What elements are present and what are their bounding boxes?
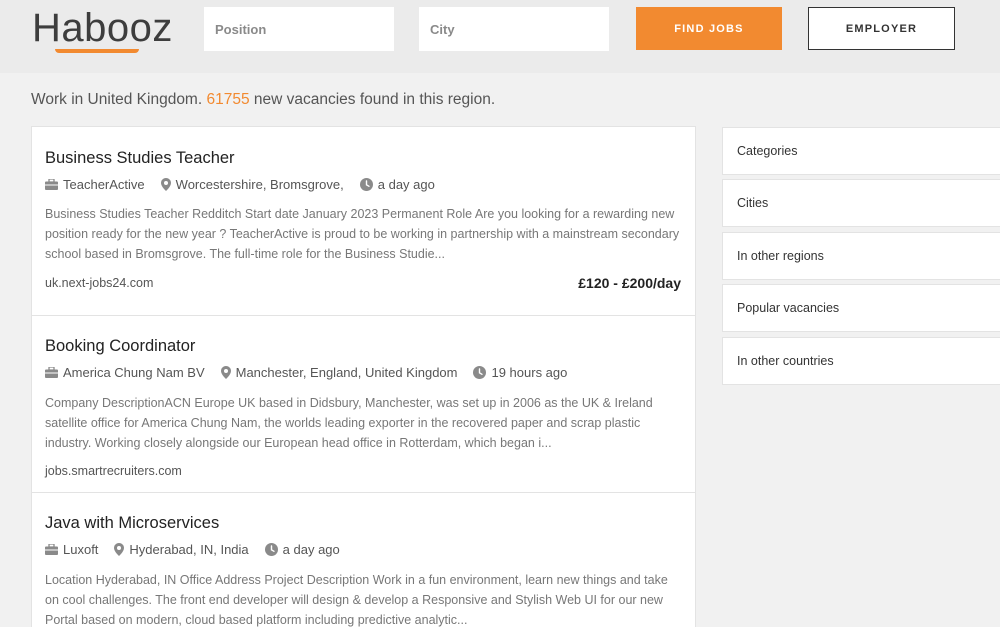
results-summary: Work in United Kingdom. 61755 new vacanc… xyxy=(31,91,495,109)
sidebar-item-other-countries[interactable]: In other countries xyxy=(722,337,1000,385)
sidebar-item-popular-vacancies[interactable]: Popular vacancies xyxy=(722,284,1000,332)
job-title[interactable]: Booking Coordinator xyxy=(45,337,195,356)
job-card: Java with Microservices Luxoft Hyderabad… xyxy=(32,493,695,627)
map-pin-icon xyxy=(114,543,125,556)
employer-button[interactable]: EMPLOYER xyxy=(808,7,955,50)
map-pin-icon xyxy=(220,366,231,379)
position-input[interactable] xyxy=(204,7,394,51)
job-location: Worcestershire, Bromsgrove, xyxy=(160,177,344,192)
job-location-text: Hyderabad, IN, India xyxy=(129,542,249,557)
vacancy-count: 61755 xyxy=(206,91,250,108)
job-source[interactable]: uk.next-jobs24.com xyxy=(45,276,153,290)
job-description: Location Hyderabad, IN Office Address Pr… xyxy=(45,573,668,627)
job-posted-text: 19 hours ago xyxy=(491,365,568,380)
sidebar-item-label: Categories xyxy=(737,144,798,158)
job-posted-text: a day ago xyxy=(377,177,435,192)
clock-icon xyxy=(264,543,278,556)
job-company-name: America Chung Nam BV xyxy=(63,365,205,380)
job-company: America Chung Nam BV xyxy=(45,365,205,380)
logo-underline xyxy=(55,49,139,53)
summary-prefix: Work in United Kingdom. xyxy=(31,91,203,108)
job-location-text: Worcestershire, Bromsgrove, xyxy=(175,177,344,192)
job-meta: America Chung Nam BV Manchester, England… xyxy=(45,365,583,380)
job-company-name: TeacherActive xyxy=(63,177,145,192)
sidebar-item-categories[interactable]: Categories xyxy=(722,127,1000,175)
job-company: Luxoft xyxy=(45,542,98,557)
job-salary: £120 - £200/day xyxy=(578,275,681,291)
job-title[interactable]: Java with Microservices xyxy=(45,514,219,533)
job-description: Company DescriptionACN Europe UK based i… xyxy=(45,396,653,450)
sidebar-item-cities[interactable]: Cities xyxy=(722,179,1000,227)
sidebar-item-label: Popular vacancies xyxy=(737,301,840,315)
job-meta: Luxoft Hyderabad, IN, India a day ago xyxy=(45,542,356,557)
job-posted-text: a day ago xyxy=(282,542,340,557)
briefcase-icon xyxy=(45,367,58,378)
job-meta: TeacherActive Worcestershire, Bromsgrove… xyxy=(45,177,451,192)
job-posted: a day ago xyxy=(359,177,435,192)
job-list: Business Studies Teacher TeacherActive W… xyxy=(31,126,696,627)
summary-suffix: new vacancies found in this region. xyxy=(253,91,496,108)
job-source[interactable]: jobs.smartrecruiters.com xyxy=(45,464,182,478)
job-location: Manchester, England, United Kingdom xyxy=(220,365,458,380)
clock-icon xyxy=(473,366,487,379)
map-pin-icon xyxy=(160,178,171,191)
job-location-text: Manchester, England, United Kingdom xyxy=(235,365,458,380)
briefcase-icon xyxy=(45,544,58,555)
sidebar-item-label: Cities xyxy=(737,196,769,210)
job-card: Business Studies Teacher TeacherActive W… xyxy=(32,127,695,316)
sidebar-item-other-regions[interactable]: In other regions xyxy=(722,232,1000,280)
sidebar-item-label: In other countries xyxy=(737,354,834,368)
city-input[interactable] xyxy=(419,7,609,51)
job-location: Hyderabad, IN, India xyxy=(114,542,249,557)
job-title[interactable]: Business Studies Teacher xyxy=(45,149,235,168)
job-posted: 19 hours ago xyxy=(473,365,567,380)
clock-icon xyxy=(359,178,373,191)
find-jobs-button[interactable]: FIND JOBS xyxy=(636,7,782,50)
job-company-name: Luxoft xyxy=(63,542,99,557)
sidebar-item-label: In other regions xyxy=(737,249,824,263)
job-card: Booking Coordinator America Chung Nam BV… xyxy=(32,316,695,493)
job-company: TeacherActive xyxy=(45,177,145,192)
job-description: Business Studies Teacher Redditch Start … xyxy=(45,207,680,261)
job-posted: a day ago xyxy=(264,542,340,557)
briefcase-icon xyxy=(45,179,58,190)
site-logo[interactable]: Habooz xyxy=(32,6,173,50)
top-header: Habooz FIND JOBS EMPLOYER xyxy=(0,0,1000,73)
